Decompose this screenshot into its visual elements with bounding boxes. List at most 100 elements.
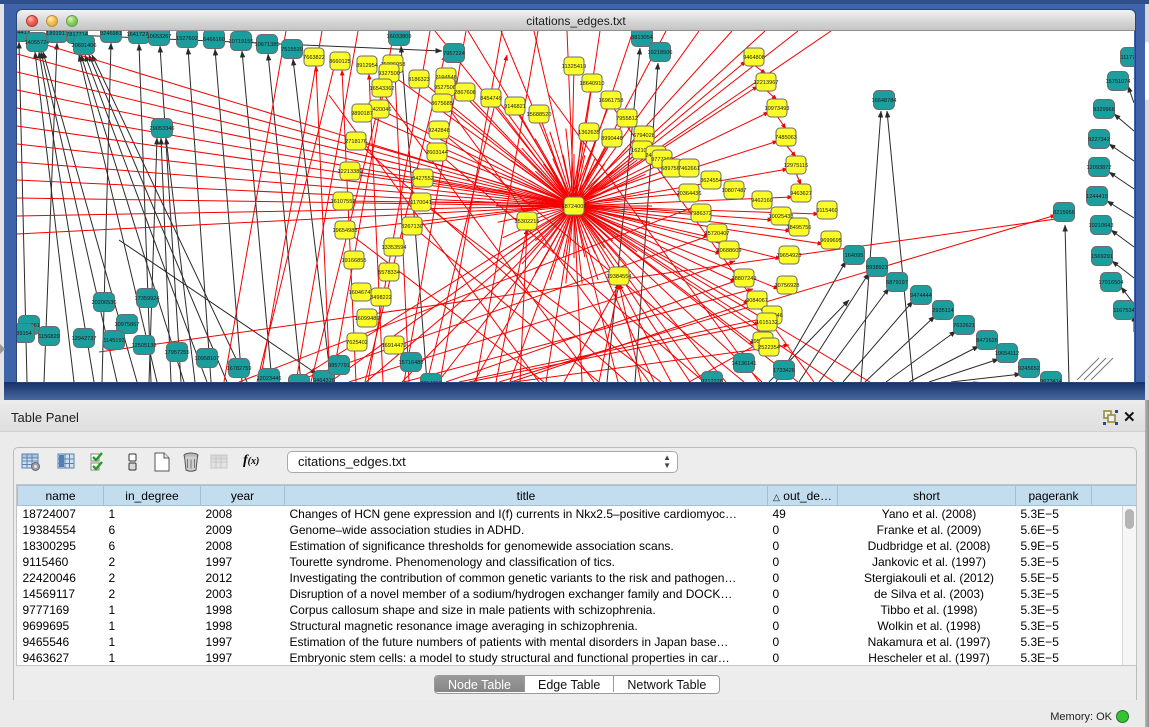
svg-text:9463627: 9463627 — [790, 191, 812, 197]
svg-text:10210643: 10210643 — [1089, 223, 1114, 229]
svg-text:1167534: 1167534 — [1113, 308, 1134, 314]
svg-text:9857791: 9857791 — [328, 363, 350, 369]
svg-text:9212226: 9212226 — [701, 379, 723, 382]
svg-text:9242848: 9242848 — [428, 128, 450, 134]
svg-text:9327500: 9327500 — [378, 71, 400, 77]
svg-text:7625402: 7625402 — [346, 340, 368, 346]
svg-text:19654988: 19654988 — [333, 228, 358, 234]
svg-text:6466160: 6466160 — [203, 37, 225, 43]
svg-text:1145193: 1145193 — [103, 338, 124, 344]
svg-text:9527508: 9527508 — [434, 85, 456, 91]
svg-text:20691406: 20691406 — [72, 43, 97, 49]
svg-text:7663822: 7663822 — [303, 55, 325, 61]
svg-text:7632621: 7632621 — [953, 323, 975, 329]
svg-text:12023446: 12023446 — [257, 376, 282, 382]
svg-text:9623414: 9623414 — [1040, 379, 1062, 382]
svg-text:12093872: 12093872 — [1087, 165, 1112, 171]
svg-text:14055724: 14055724 — [25, 40, 50, 46]
svg-text:30975867: 30975867 — [115, 322, 140, 328]
svg-text:7515520: 7515520 — [281, 47, 303, 53]
svg-text:18724007: 18724007 — [562, 204, 587, 210]
svg-text:12213967: 12213967 — [754, 80, 779, 86]
svg-text:9890187: 9890187 — [351, 111, 373, 117]
svg-text:1244415: 1244415 — [1086, 194, 1108, 200]
svg-text:6794028: 6794028 — [633, 133, 655, 139]
svg-text:10688609: 10688609 — [717, 248, 742, 254]
svg-text:8186323: 8186323 — [408, 77, 430, 83]
svg-text:17359924: 17359924 — [135, 296, 160, 302]
svg-text:2522354: 2522354 — [758, 345, 780, 351]
svg-text:8471626: 8471626 — [976, 338, 998, 344]
svg-text:8990448: 8990448 — [601, 136, 623, 142]
svg-text:1569291: 1569291 — [1091, 254, 1113, 260]
svg-text:17957255: 17957255 — [165, 350, 190, 356]
svg-text:8813054: 8813054 — [631, 35, 653, 41]
svg-text:16648784: 16648784 — [872, 98, 897, 104]
svg-text:15716485: 15716485 — [399, 360, 424, 366]
svg-text:10654112: 10654112 — [995, 351, 1019, 357]
svg-text:9115460: 9115460 — [816, 208, 837, 214]
svg-text:18640910: 18640910 — [580, 81, 605, 87]
svg-text:3675685: 3675685 — [431, 101, 453, 107]
svg-text:19218506: 19218506 — [648, 50, 673, 56]
svg-text:19654923: 19654923 — [777, 253, 802, 259]
svg-text:1733426: 1733426 — [773, 368, 795, 374]
svg-text:7462661: 7462661 — [678, 166, 700, 172]
svg-text:1156829: 1156829 — [38, 334, 59, 340]
svg-text:11325419: 11325419 — [562, 64, 586, 70]
svg-text:8660125: 8660125 — [329, 59, 351, 65]
svg-text:10756928: 10756928 — [775, 283, 800, 289]
svg-text:6879197: 6879197 — [886, 280, 908, 286]
svg-text:29053346: 29053346 — [150, 126, 175, 132]
svg-text:2718176: 2718176 — [345, 139, 367, 145]
svg-text:16033809: 16033809 — [387, 34, 412, 40]
svg-text:7485063: 7485063 — [775, 135, 797, 141]
svg-text:8938923: 8938923 — [866, 265, 888, 271]
svg-text:7714712: 7714712 — [420, 381, 442, 382]
svg-text:1615132: 1615132 — [756, 320, 778, 326]
svg-text:15688520: 15688520 — [527, 112, 552, 118]
svg-text:14136141: 14136141 — [732, 361, 757, 367]
svg-text:8912954: 8912954 — [356, 63, 378, 69]
svg-text:2935114: 2935114 — [932, 308, 953, 314]
svg-text:9474444: 9474444 — [910, 293, 932, 299]
svg-text:7955812: 7955812 — [616, 116, 638, 122]
svg-text:16099489: 16099489 — [355, 316, 380, 322]
svg-text:8427552: 8427552 — [412, 176, 434, 182]
svg-text:16543362: 16543362 — [370, 86, 395, 92]
svg-text:3267130: 3267130 — [401, 224, 423, 230]
svg-text:19166855: 19166855 — [342, 258, 367, 264]
svg-text:15751074: 15751074 — [1106, 79, 1131, 85]
svg-text:25302215: 25302215 — [515, 219, 540, 225]
svg-text:10671385: 10671385 — [255, 42, 280, 48]
svg-text:12975115: 12975115 — [784, 163, 808, 169]
svg-text:18495756: 18495756 — [787, 225, 812, 231]
svg-text:1170041: 1170041 — [410, 200, 431, 206]
svg-text:12505135: 12505135 — [132, 343, 157, 349]
svg-text:9084067: 9084067 — [746, 298, 768, 304]
svg-text:10958107: 10958107 — [195, 356, 220, 362]
svg-text:10653267: 10653267 — [147, 34, 172, 40]
svg-text:13353594: 13353594 — [382, 245, 407, 251]
svg-text:12213389: 12213389 — [338, 169, 363, 175]
svg-text:2867608: 2867608 — [454, 90, 476, 96]
svg-text:9699695: 9699695 — [820, 238, 842, 244]
svg-text:3498222: 3498222 — [370, 295, 392, 301]
svg-text:17016504: 17016504 — [1099, 280, 1124, 286]
svg-text:8454749: 8454749 — [480, 96, 502, 102]
svg-text:15720407: 15720407 — [705, 231, 730, 237]
svg-text:9464808: 9464808 — [743, 55, 765, 61]
svg-text:16107552: 16107552 — [331, 199, 356, 205]
svg-text:1117721: 1117721 — [1121, 55, 1134, 61]
svg-text:5578334: 5578334 — [378, 270, 400, 276]
svg-text:39154: 39154 — [17, 331, 32, 337]
svg-text:9227342: 9227342 — [1088, 137, 1110, 143]
svg-text:2603144: 2603144 — [426, 150, 448, 156]
svg-text:20364436: 20364436 — [677, 191, 702, 197]
svg-text:9462160: 9462160 — [751, 198, 773, 204]
svg-text:18807249: 18807249 — [732, 276, 757, 282]
svg-text:9329966: 9329966 — [1093, 107, 1115, 113]
svg-text:16782759: 16782759 — [227, 366, 252, 372]
svg-text:10719155: 10719155 — [229, 39, 254, 45]
svg-text:16914479: 16914479 — [382, 343, 407, 349]
